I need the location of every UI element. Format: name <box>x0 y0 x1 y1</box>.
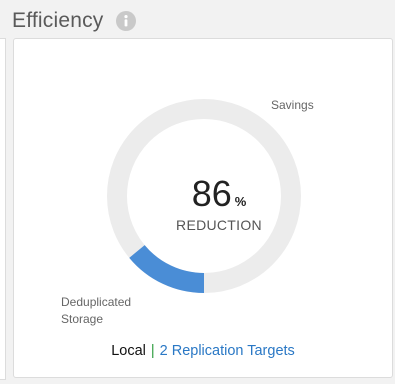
deduplicated-storage-arc <box>129 244 205 293</box>
replication-targets-link[interactable]: 2 Replication Targets <box>160 343 295 359</box>
reduction-number: 86 <box>191 173 232 214</box>
efficiency-card: Savings 86% REDUCTION Deduplicated Stora… <box>13 38 393 378</box>
footer-separator: | <box>150 343 155 359</box>
efficiency-panel: Efficiency Savings 86% REDUCTION Dedupli… <box>0 0 395 384</box>
panel-header: Efficiency <box>12 6 136 36</box>
reduction-value: 86% <box>174 173 264 215</box>
info-glyph <box>123 15 128 27</box>
dedup-label-line2: Storage <box>61 312 104 326</box>
adjacent-card-edge <box>0 38 6 380</box>
savings-label: Savings <box>271 98 314 112</box>
reduction-label: REDUCTION <box>176 217 262 233</box>
info-icon[interactable] <box>115 11 136 31</box>
dedup-label-line1: Deduplicated <box>61 295 132 309</box>
deduplicated-storage-label: Deduplicated Storage <box>61 294 131 328</box>
reduction-unit: % <box>234 194 247 209</box>
local-label: Local <box>111 343 146 359</box>
panel-title: Efficiency <box>12 9 104 32</box>
footer-links: Local | 2 Replication Targets <box>14 343 392 359</box>
